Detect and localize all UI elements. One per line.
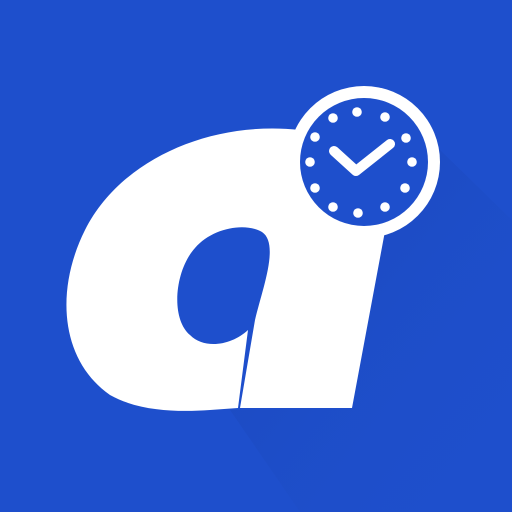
app-icon — [0, 0, 512, 512]
app-icon-graphic — [0, 0, 512, 512]
clock-check-icon — [288, 86, 440, 238]
